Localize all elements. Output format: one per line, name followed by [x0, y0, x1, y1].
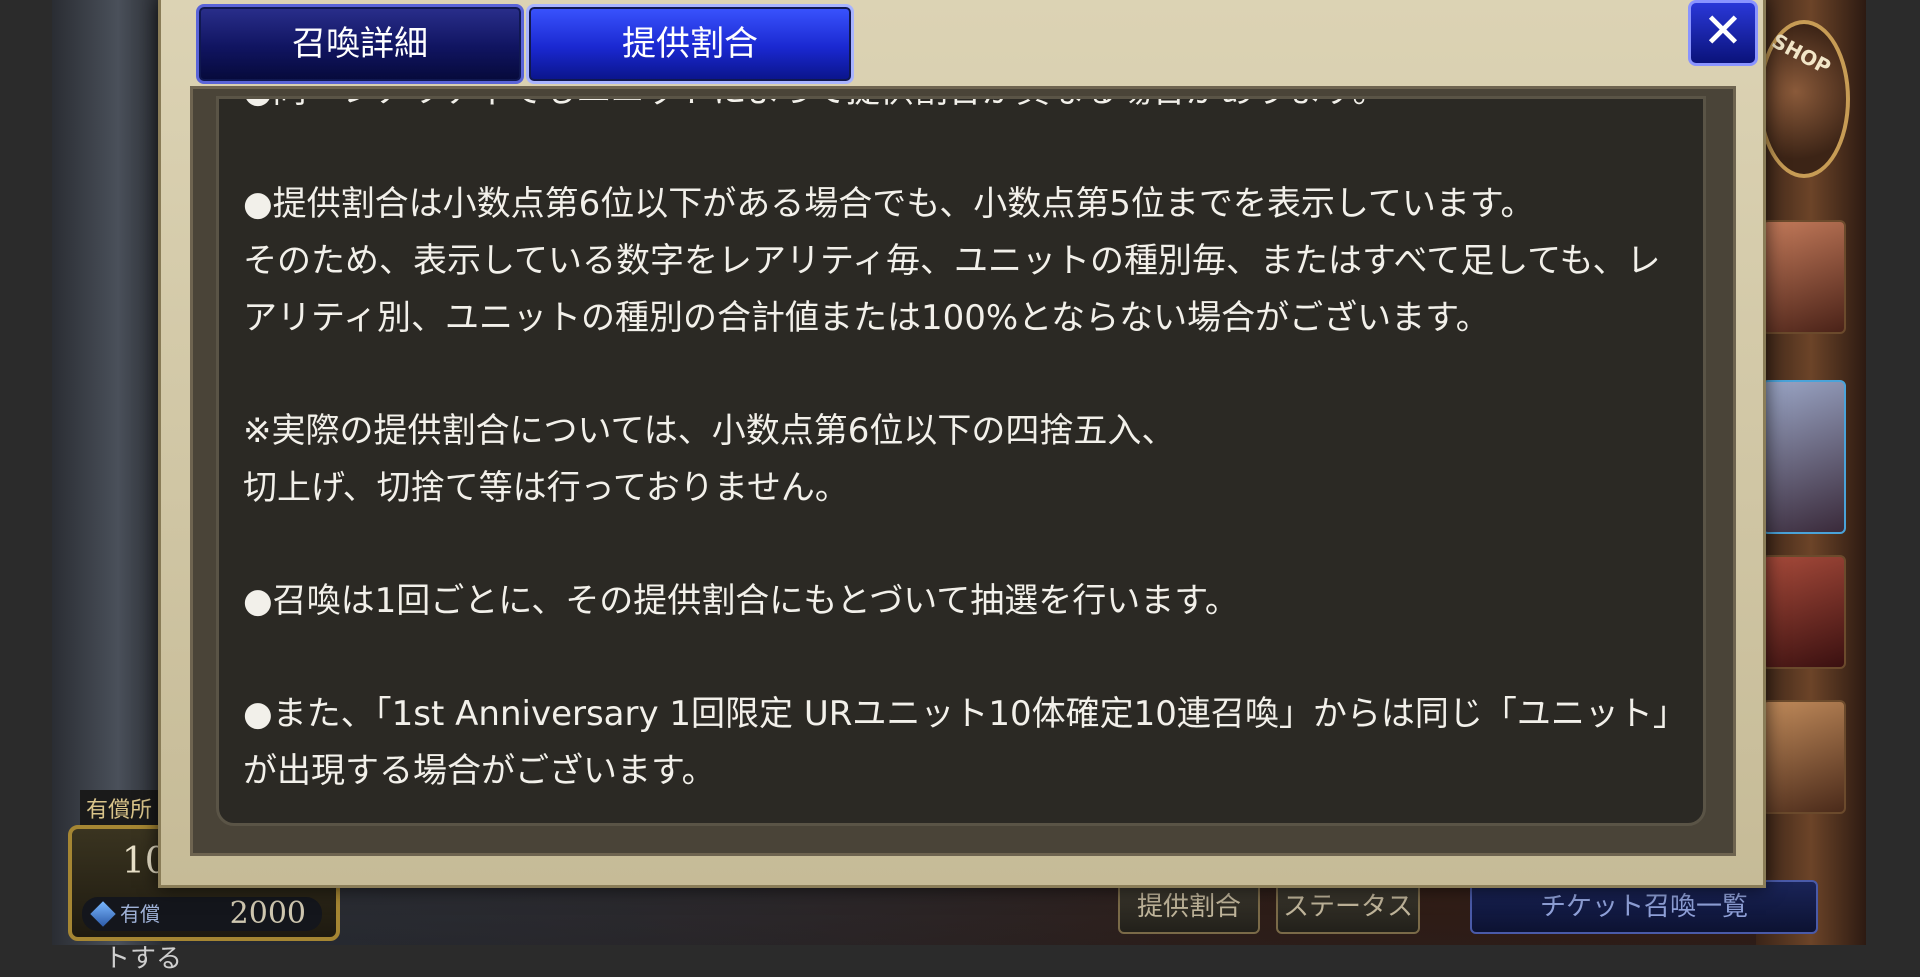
tab-provision-rate[interactable]: 提供割合 [526, 4, 854, 84]
info-line: ※実際の提供割合については、小数点第6位以下の四捨五入、 [243, 411, 1176, 451]
info-line: ●同一レアリティでもユニットによって提供割合が異なる場合があります。 [243, 99, 1683, 120]
ticket-summon-list-button[interactable]: チケット召喚一覧 [1470, 880, 1818, 934]
shop-label: SHOP [1768, 28, 1835, 80]
info-line: アリティ別、ユニットの種別の合計値または100%とならない場合がございます。 [243, 298, 1490, 338]
rate-info-text: ●同一レアリティでもユニットによって提供割合が異なる場合があります。 ●提供割合は… [243, 99, 1687, 823]
rate-button[interactable]: 提供割合 [1118, 880, 1260, 934]
info-line: 切上げ、切捨て等は行っておりません。 [243, 468, 849, 508]
paid-amount: 2000 [229, 896, 306, 931]
game-screen: SHOP 有償所 10 有償 2000 提供割合 ステータス チケット召喚一覧 … [0, 0, 1920, 977]
info-line: そのため、表示している数字をレアリティ毎、ユニットの種別毎、またはすべて足しても… [243, 241, 1661, 281]
hint-text: トする [104, 944, 183, 974]
paid-label: 有償 [120, 902, 160, 926]
info-paragraph: ●提供割合は小数点第6位以下がある場合でも、小数点第5位までを表示しています。そ… [243, 176, 1683, 347]
status-button[interactable]: ステータス [1276, 880, 1420, 934]
unit-thumbnail[interactable] [1762, 700, 1846, 814]
unit-thumbnail[interactable] [1762, 380, 1846, 534]
unit-thumbnail[interactable] [1762, 220, 1846, 334]
info-paragraph: ※実際の提供割合については、小数点第6位以下の四捨五入、 切上げ、切捨て等は行って… [243, 403, 1683, 517]
tab-summon-details[interactable]: 召喚詳細 [196, 4, 524, 84]
unit-thumbnail[interactable] [1762, 555, 1846, 669]
close-icon: ✕ [1702, 3, 1744, 59]
info-line: ●提供割合は小数点第6位以下がある場合でも、小数点第5位までを表示しています。 [243, 184, 1535, 224]
close-button[interactable]: ✕ [1688, 0, 1758, 66]
currency-label: 有償所 [80, 790, 159, 826]
paid-currency-row: 有償 2000 [82, 897, 322, 931]
info-line: ●召喚は1回ごとに、その提供割合にもとづいて抽選を行います。 [243, 581, 1239, 621]
info-paragraph: ●召喚は1回ごとに、その提供割合にもとづいて抽選を行います。 [243, 573, 1683, 630]
info-paragraph: ●同一レアリティでもユニットによって提供割合が異なる場合があります。 [243, 99, 1683, 120]
info-paragraph: ●また、「1st Anniversary 1回限定 URユニット10体確定10連… [243, 686, 1687, 800]
shop-badge[interactable]: SHOP [1758, 20, 1850, 178]
info-line: ●また、「1st Anniversary 1回限定 URユニット10体確定10連… [243, 694, 1687, 734]
rate-info-panel[interactable]: ●同一レアリティでもユニットによって提供割合が異なる場合があります。 ●提供割合は… [216, 96, 1706, 826]
info-line: が出現する場合がございます。 [243, 751, 716, 791]
gem-icon [90, 901, 116, 927]
